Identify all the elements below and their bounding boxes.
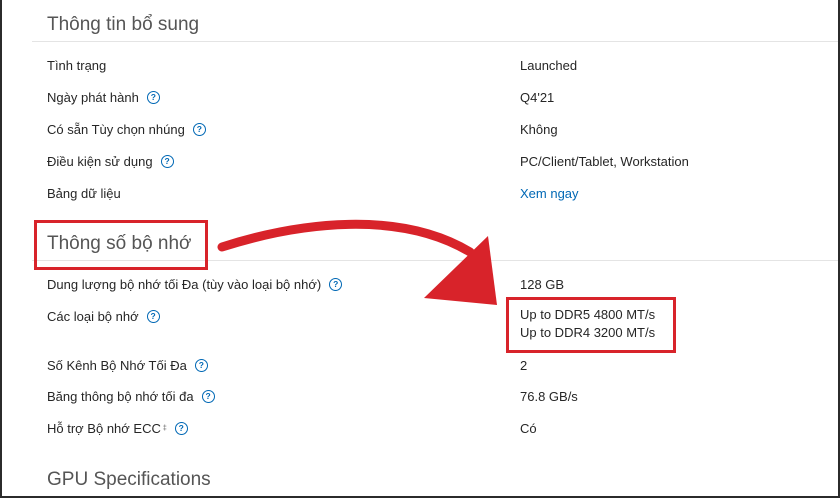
annotation-arrow bbox=[217, 219, 497, 305]
